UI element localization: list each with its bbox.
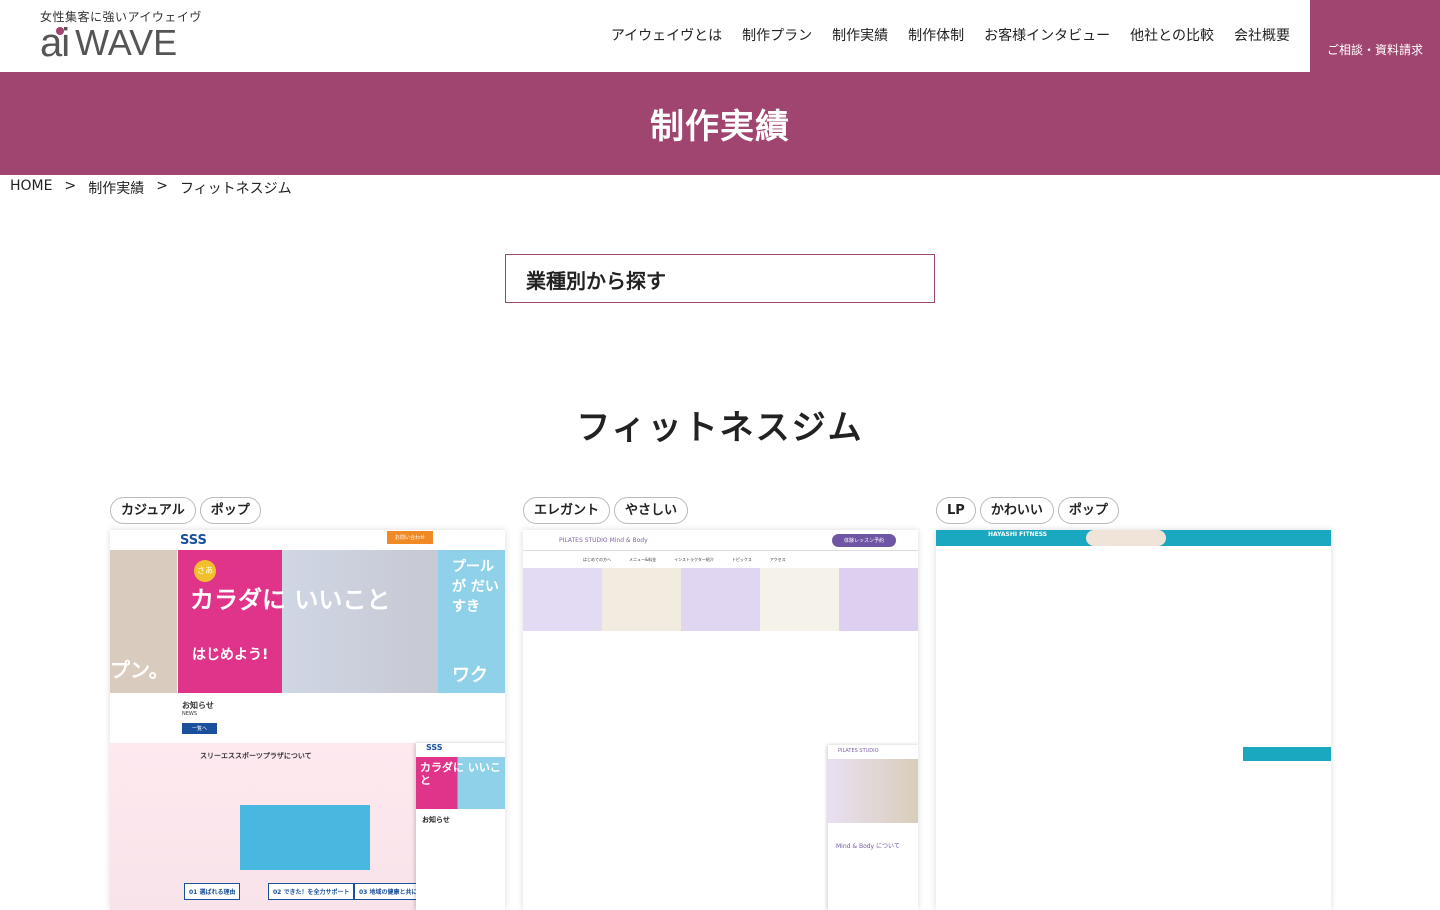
thumb-nav: SSS [110,530,505,550]
work-card[interactable]: LP かわいい ポップ HAYASHI FITNESS [936,497,1331,910]
thumb-hero-main: さあ カラダに いいこと はじめよう! [178,550,438,693]
logo-ai: ai [40,21,70,65]
thumb-pool-image [240,805,370,870]
logo-wordmark: ai WAVE [40,21,202,65]
nav-system[interactable]: 制作体制 [908,25,964,45]
nav-works[interactable]: 制作実績 [832,25,888,45]
main-nav: アイウェイヴとは 制作プラン 制作実績 制作体制 お客様インタビュー 他社との比… [611,25,1290,45]
breadcrumb-sep: > [156,178,168,194]
work-thumbnail[interactable]: SSS お問い合わせ プン。 さあ カラダに いいこと はじめよう! プールが … [110,530,505,910]
thumb-book: 体験レッスン予約 [831,534,896,547]
tag[interactable]: ポップ [199,497,261,524]
thumb-header: HAYASHI FITNESS [936,530,1331,546]
tag[interactable]: エレガント [523,497,611,524]
thumb-logo: PILATES STUDIO Mind & Body [559,536,648,544]
work-card[interactable]: エレガント やさしい PILATES STUDIO Mind & Body 体験… [523,497,918,910]
site-header: 女性集客に強いアイウェイヴ ai WAVE アイウェイヴとは 制作プラン 制作実… [0,0,1440,72]
thumb-badge: さあ [194,560,216,582]
thumb-contact: お問い合わせ [386,531,433,544]
tag[interactable]: ポップ [1057,497,1119,524]
work-thumbnail[interactable]: HAYASHI FITNESS [936,530,1331,910]
tag-list: エレガント やさしい [523,497,918,524]
section-title: フィットネスジム [576,408,864,448]
logo-wave: WAVE [75,22,178,63]
thumb-hero-right: プールが だいすき ワク [438,550,505,693]
thumb-hero-image [1086,530,1166,546]
site-logo[interactable]: 女性集客に強いアイウェイヴ ai WAVE [40,8,202,63]
work-card[interactable]: カジュアル ポップ SSS お問い合わせ プン。 さあ カラダに いいこと はじ… [110,497,505,910]
breadcrumb-sep: > [64,178,77,194]
thumb-hero-left: プン。 [110,550,177,693]
logo-dot-icon [56,27,64,35]
tag[interactable]: やさしい [614,497,689,524]
thumb-nav: はじめての方へ メニュー&料金 インストラクター紹介 トピックス アクセス [523,550,918,568]
nav-compare[interactable]: 他社との比較 [1130,25,1214,45]
work-thumbnail[interactable]: PILATES STUDIO Mind & Body 体験レッスン予約 はじめて… [523,530,918,910]
nav-company[interactable]: 会社概要 [1234,25,1290,45]
breadcrumb: HOME > 制作実績 > フィットネスジム [10,178,292,198]
thumb-desktop: SSS お問い合わせ プン。 さあ カラダに いいこと はじめよう! プールが … [110,530,505,743]
breadcrumb-works[interactable]: 制作実績 [88,178,144,198]
nav-about[interactable]: アイウェイヴとは [611,25,722,45]
thumb-logo: HAYASHI FITNESS [988,531,1048,538]
thumb-sub: はじめよう! [192,647,269,663]
nav-interview[interactable]: お客様インタビュー [984,25,1110,45]
tag-list: カジュアル ポップ [110,497,505,524]
page-title: 制作実績 [650,107,790,147]
breadcrumb-current: フィットネスジム [179,181,292,197]
industry-search-toggle[interactable]: 業種別から探す [505,254,935,303]
thumb-hero: プン。 さあ カラダに いいこと はじめよう! プールが だいすき ワク [110,550,505,693]
thumb-mobile: SSS カラダに いいこと お知らせ [416,743,505,910]
thumb-headline: カラダに いいこと [190,586,391,614]
thumb-news: お知らせ NEWS 一覧へ [182,700,442,734]
tag-list: LP かわいい ポップ [936,497,1331,524]
nav-plans[interactable]: 制作プラン [742,25,812,45]
thumb-mobile: PILATES STUDIO Mind & Body について [828,745,918,910]
tag[interactable]: かわいい [979,497,1054,524]
tag[interactable]: LP [936,497,976,524]
thumb-hero-strip [523,568,918,631]
thumb-mobile [1243,747,1331,761]
thumb-logo: SSS [180,532,207,548]
breadcrumb-home[interactable]: HOME [10,178,52,198]
contact-button[interactable]: ご相談・資料請求 [1310,0,1440,72]
page-banner: 制作実績 [0,72,1440,175]
tag[interactable]: カジュアル [110,497,196,524]
